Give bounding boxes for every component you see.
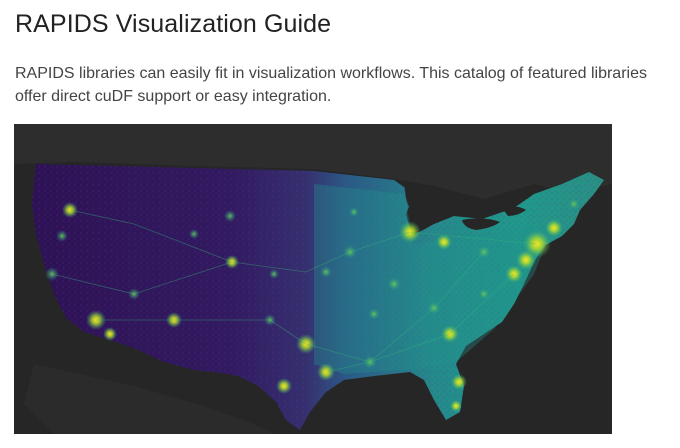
- us-density-map-graphic: [14, 124, 612, 434]
- intro-paragraph: RAPIDS libraries can easily fit in visua…: [15, 65, 647, 105]
- us-density-map-image: [14, 124, 612, 434]
- page-title: RAPIDS Visualization Guide: [15, 10, 332, 38]
